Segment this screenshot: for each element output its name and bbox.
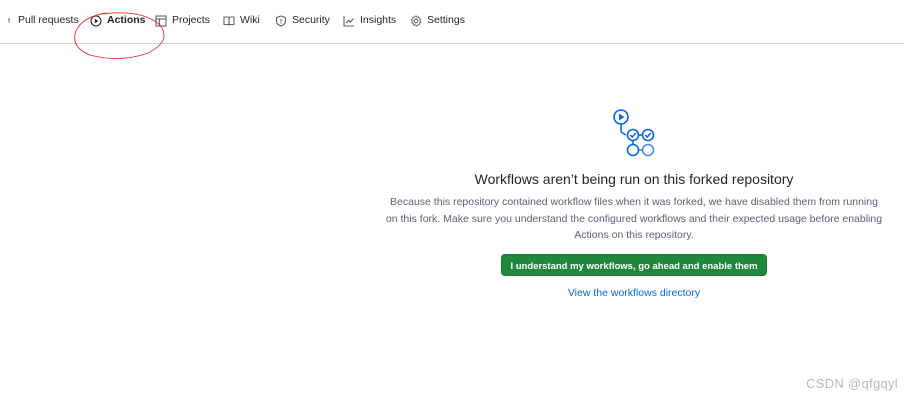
tab-label: Security <box>292 14 330 26</box>
play-icon <box>90 15 102 27</box>
tab-label: Wiki <box>240 14 260 26</box>
tab-label: Settings <box>427 14 465 26</box>
workflow-icon <box>613 109 655 157</box>
tab-settings[interactable]: Settings <box>410 14 465 42</box>
table-icon <box>155 15 167 27</box>
watermark: CSDN @qfgqyl <box>806 376 898 391</box>
graph-icon <box>343 15 355 27</box>
workflows-directory-link[interactable]: View the workflows directory <box>384 287 884 299</box>
repo-nav: Pull requests Actions Projects Wiki Secu <box>0 0 904 44</box>
tab-insights[interactable]: Insights <box>343 14 396 42</box>
tab-wiki[interactable]: Wiki <box>223 14 260 42</box>
gear-icon <box>410 15 422 27</box>
actions-empty-state: Workflows aren’t being run on this forke… <box>384 108 884 299</box>
tab-label: Pull requests <box>18 14 79 26</box>
empty-state-title: Workflows aren’t being run on this forke… <box>474 171 794 187</box>
shield-icon <box>275 15 287 27</box>
page: Pull requests Actions Projects Wiki Secu <box>0 0 904 399</box>
enable-workflows-button[interactable]: I understand my workflows, go ahead and … <box>501 253 767 276</box>
tab-projects[interactable]: Projects <box>155 14 210 42</box>
empty-state-description: Because this repository contained workfl… <box>385 196 883 241</box>
tab-label: Insights <box>360 14 397 26</box>
tab-pull-requests[interactable]: Pull requests <box>6 14 79 42</box>
tab-security[interactable]: Security <box>275 14 330 42</box>
pull-request-icon <box>6 15 12 27</box>
enable-button-wrapper: I understand my workflows, go ahead and … <box>384 244 884 276</box>
tab-label: Projects <box>172 14 210 26</box>
tab-actions[interactable]: Actions <box>90 14 146 42</box>
tab-label: Actions <box>107 14 146 26</box>
book-icon <box>223 15 235 27</box>
